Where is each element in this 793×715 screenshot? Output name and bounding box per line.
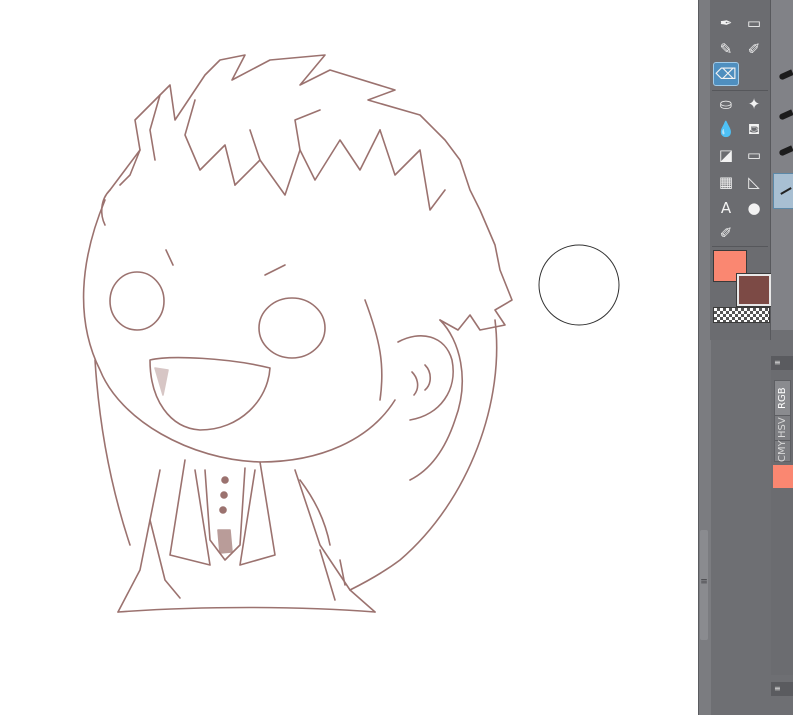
tab-hsv[interactable]: HSV xyxy=(774,415,791,441)
panel-menu-icon[interactable]: ≡ xyxy=(774,359,782,367)
grip-icon[interactable]: ≡ xyxy=(700,578,708,587)
gradient-tool-icon[interactable]: ◪ xyxy=(714,144,738,166)
pencil-tool-icon[interactable]: ✎ xyxy=(714,38,738,60)
tool-divider xyxy=(712,246,768,247)
current-color-preview xyxy=(773,465,793,488)
brush-tool-icon[interactable]: ✐ xyxy=(742,38,766,60)
fill-tool-icon[interactable]: ⛀ xyxy=(714,93,738,115)
dropper-tool-icon[interactable]: 💧 xyxy=(714,118,738,140)
frame-tool-icon[interactable]: ▦ xyxy=(714,171,738,193)
tool-divider xyxy=(712,90,768,91)
eraser-tool-icon[interactable]: ⌫ xyxy=(713,62,739,86)
bucket-tool-icon[interactable]: ⛾ xyxy=(742,118,766,140)
figure-tool-icon[interactable]: ▭ xyxy=(742,144,766,166)
pen-tool-icon[interactable]: ✒ xyxy=(714,12,738,34)
transparent-color-swatch[interactable] xyxy=(713,307,770,323)
correct-line-tool-icon[interactable]: ✐ xyxy=(714,222,738,244)
tab-rgb[interactable]: RGB xyxy=(774,380,791,416)
subtool-panel xyxy=(771,0,793,330)
tab-cmy[interactable]: CMY xyxy=(774,440,791,462)
balloon-tool-icon[interactable]: ● xyxy=(742,197,766,219)
text-tool-icon[interactable]: A xyxy=(714,197,738,219)
next-panel-header[interactable]: ≡ xyxy=(771,682,793,696)
panel-menu-icon[interactable]: ≡ xyxy=(774,685,782,693)
ruler-tool-icon[interactable]: ◺ xyxy=(742,171,766,193)
color-panel-header[interactable]: ≡ xyxy=(771,356,793,370)
brush-preset-selected[interactable] xyxy=(773,173,793,209)
blend-tool-icon[interactable]: ✦ xyxy=(742,93,766,115)
sub-color-swatch[interactable] xyxy=(736,273,772,307)
drawing-canvas[interactable] xyxy=(0,0,698,715)
sketch-drawing xyxy=(82,54,513,613)
marker-tool-icon[interactable]: ▭ xyxy=(742,12,766,34)
